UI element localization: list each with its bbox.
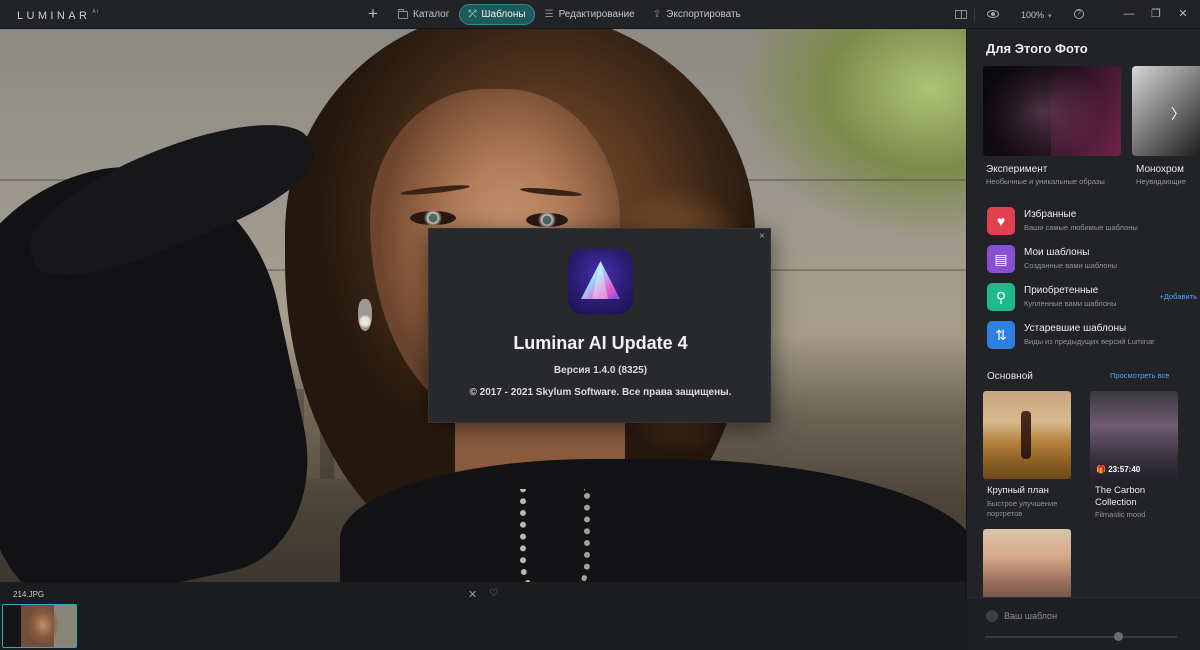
template-card-carbon[interactable]: 🎁 23:57:40 — [1090, 391, 1178, 479]
featured-card-experiment[interactable] — [983, 66, 1121, 156]
tab-templates-label: Шаблоны — [481, 9, 526, 20]
save-template-bar: Ваш шаблон — [967, 597, 1200, 650]
toolbar-divider — [974, 8, 975, 21]
filename-label: 214.JPG — [13, 590, 45, 599]
tab-catalog[interactable]: Каталог — [390, 4, 457, 25]
reject-icon[interactable]: ✕ — [468, 588, 477, 601]
main-nav: + Каталог ⤱ Шаблоны ☰ Редактирование ⇪ Э… — [362, 4, 751, 25]
filmstrip-thumbnail[interactable] — [2, 604, 77, 648]
tab-export-label: Экспортировать — [666, 9, 741, 20]
export-icon: ⇪ — [652, 9, 662, 20]
templates-panel: Для Этого Фото 〉 Эксперимент Необычные и… — [966, 29, 1200, 650]
featured-name: Монохром — [1136, 164, 1184, 175]
amount-slider-handle[interactable] — [1114, 632, 1123, 641]
collection-subtitle: Созданные вами шаблоны — [1024, 261, 1118, 270]
template-subtitle: Filmastic mood — [1095, 510, 1146, 519]
collection-my-templates[interactable]: ▤ Мои шаблоны Созданные вами шаблоны — [987, 244, 1187, 276]
section-title: Основной — [987, 371, 1033, 382]
featured-subtitle: Необычные и уникальные образы — [986, 177, 1105, 186]
tab-edit[interactable]: ☰ Редактирование — [537, 4, 643, 25]
minimize-button[interactable]: — — [1121, 6, 1137, 22]
heart-icon: ♥ — [987, 207, 1015, 235]
collection-subtitle: Купленные вами шаблоны — [1024, 299, 1117, 308]
favorite-icon[interactable]: ♡ — [489, 588, 498, 599]
tab-edit-label: Редактирование — [558, 9, 635, 20]
folder-icon — [398, 8, 408, 19]
collection-name: Устаревшие шаблоны — [1024, 323, 1127, 334]
zoom-select[interactable]: 100% ▾ — [1021, 10, 1052, 20]
close-window-button[interactable]: ✕ — [1175, 6, 1191, 22]
add-purchased-link[interactable]: +Добавить — [1159, 292, 1197, 301]
chevron-right-icon[interactable]: 〉 — [1171, 104, 1185, 124]
template-card-closeup[interactable] — [983, 391, 1071, 479]
dialog-copyright: © 2017 - 2021 Skylum Software. Все права… — [469, 387, 732, 398]
templates-icon: ⤱ — [468, 9, 477, 20]
sliders-icon: ☰ — [544, 9, 554, 20]
template-name: The Carbon Collection — [1095, 485, 1146, 508]
eye-icon[interactable] — [987, 10, 999, 18]
see-all-link[interactable]: Просмотреть все — [1110, 371, 1169, 380]
compare-icon[interactable] — [955, 10, 967, 19]
photo-brow — [399, 183, 471, 197]
photo-eye — [526, 213, 568, 227]
dialog-close-button[interactable]: × — [759, 231, 765, 242]
collection-favorites[interactable]: ♥ Избранные Ваши самые любимые шаблоны — [987, 206, 1187, 238]
countdown-badge: 🎁 23:57:40 — [1096, 465, 1141, 474]
dialog-title: Luminar AI Update 4 — [513, 333, 688, 353]
collection-purchased[interactable]: ⚲ Приобретенные Купленные вами шаблоны +… — [987, 282, 1197, 314]
tab-catalog-label: Каталог — [413, 9, 450, 20]
amount-slider-track[interactable] — [985, 636, 1177, 638]
collection-subtitle: Ваши самые любимые шаблоны — [1024, 223, 1138, 232]
featured-subtitle: Неувядающие — [1136, 177, 1186, 186]
panel-title: Для Этого Фото — [986, 41, 1088, 56]
featured-card-monochrome[interactable] — [1132, 66, 1200, 156]
restore-button[interactable]: ❐ — [1148, 6, 1164, 22]
filmstrip: 214.JPG ✕ ♡ — [0, 582, 966, 650]
add-images-button[interactable]: + — [362, 4, 384, 25]
template-name: Крупный план — [987, 485, 1049, 496]
my-templates-icon: ▤ — [987, 245, 1015, 273]
app-logo: LUMINAR AI — [17, 9, 100, 22]
photo-necklace — [520, 489, 590, 582]
purchased-icon: ⚲ — [987, 283, 1015, 311]
photo-earring — [358, 299, 372, 331]
photo-brow — [519, 186, 583, 198]
luminar-app-icon — [568, 249, 633, 314]
collection-name: Избранные — [1024, 209, 1077, 220]
collection-name: Мои шаблоны — [1024, 247, 1090, 258]
help-icon[interactable]: ? — [1074, 9, 1084, 19]
collection-name: Приобретенные — [1024, 285, 1099, 296]
legacy-icon: ⇅ — [987, 321, 1015, 349]
chevron-down-icon: ▾ — [1048, 13, 1052, 20]
save-template-icon[interactable] — [986, 610, 998, 622]
tab-export[interactable]: ⇪ Экспортировать — [645, 4, 749, 25]
dialog-version: Версия 1.4.0 (8325) — [553, 365, 648, 376]
featured-name: Эксперимент — [986, 164, 1048, 175]
tab-templates[interactable]: ⤱ Шаблоны — [459, 4, 535, 25]
top-bar: LUMINAR AI + Каталог ⤱ Шаблоны ☰ Редактир… — [0, 0, 1200, 29]
template-card-landscape[interactable] — [983, 529, 1071, 599]
about-dialog: × Luminar AI Update 4 Версия 1.4.0 (8325… — [428, 228, 771, 423]
photo-eye — [410, 211, 456, 225]
save-template-label[interactable]: Ваш шаблон — [1004, 611, 1057, 621]
collection-legacy[interactable]: ⇅ Устаревшие шаблоны Виды из предыдущих … — [987, 320, 1187, 352]
collection-subtitle: Виды из предыдущих версий Luminar — [1024, 337, 1155, 346]
template-subtitle: Быстрое улучшение портретов — [987, 499, 1058, 518]
